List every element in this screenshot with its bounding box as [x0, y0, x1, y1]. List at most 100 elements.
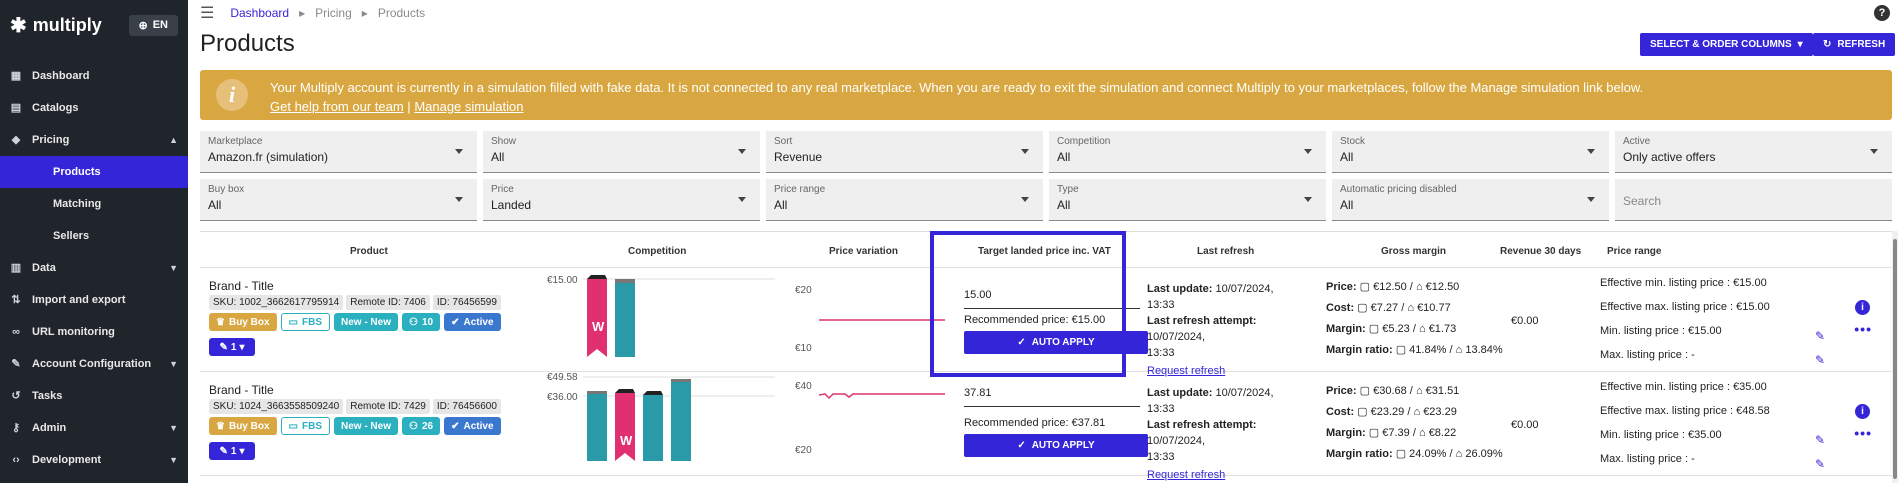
link-count-button[interactable]: ✎ 1 ▾ — [209, 338, 255, 356]
sidebar-item-tasks[interactable]: ↺ Tasks — [0, 380, 188, 412]
breadcrumb-separator-icon: ▸ — [299, 6, 306, 20]
link-icon: ✎ — [219, 445, 228, 457]
price-label: Price: — [1326, 385, 1357, 397]
breadcrumb-pricing[interactable]: Pricing — [315, 6, 352, 20]
scrollbar-thumb[interactable] — [1893, 239, 1897, 479]
header-gross-margin[interactable]: Gross margin — [1381, 246, 1446, 257]
header-last-refresh[interactable]: Last refresh — [1197, 246, 1254, 257]
target-price-input[interactable]: 37.81 — [964, 367, 1140, 407]
truck-icon: ▭ — [288, 420, 298, 432]
sidebar-item-catalogs[interactable]: ▤ Catalogs — [0, 92, 188, 124]
help-link[interactable]: Get help from our team — [270, 99, 404, 114]
sidebar-item-sellers[interactable]: Sellers — [0, 220, 188, 252]
sidebar-item-label: Import and export — [32, 294, 126, 306]
more-icon[interactable]: ••• — [1854, 421, 1872, 445]
filter-label: Marketplace — [208, 136, 263, 147]
sidebar-item-url-monitoring[interactable]: ∞ URL monitoring — [0, 316, 188, 348]
more-icon[interactable]: ••• — [1854, 317, 1872, 341]
group-icon: ⚇ — [409, 420, 418, 432]
header-target-price[interactable]: Target landed price inc. VAT — [978, 246, 1111, 257]
info-icon[interactable]: i — [1855, 404, 1870, 419]
sidebar-item-import-export[interactable]: ⇅ Import and export — [0, 284, 188, 316]
competitors-badge[interactable]: ⚇ 10 — [402, 313, 441, 331]
header-competition[interactable]: Competition — [628, 246, 686, 257]
recommended-price: Recommended price: €15.00 — [964, 314, 1106, 326]
sidebar-item-products[interactable]: Products — [0, 156, 188, 188]
active-badge: ✔ Active — [444, 313, 501, 331]
sidebar-item-account-configuration[interactable]: ✎ Account Configuration ▼ — [0, 348, 188, 380]
header-price-variation[interactable]: Price variation — [829, 246, 898, 257]
table-scrollbar[interactable] — [1892, 231, 1898, 483]
filter-price[interactable]: Price Landed — [483, 179, 760, 221]
auto-apply-button[interactable]: ✓ AUTO APPLY — [964, 331, 1148, 354]
auto-apply-button[interactable]: ✓ AUTO APPLY — [964, 434, 1148, 457]
competitor-bar — [615, 393, 635, 461]
caret-down-icon — [1021, 197, 1029, 202]
filter-automatic-pricing-disabled[interactable]: Automatic pricing disabled All — [1332, 179, 1609, 221]
header-price-range[interactable]: Price range — [1607, 246, 1661, 257]
filter-active[interactable]: Active Only active offers — [1615, 131, 1892, 173]
price-icon: ▢ — [1395, 448, 1407, 460]
select-order-columns-button[interactable]: SELECT & ORDER COLUMNS ▾ — [1640, 33, 1813, 56]
header-product[interactable]: Product — [350, 246, 388, 257]
refresh-button[interactable]: ↻ REFRESH — [1813, 33, 1896, 56]
filter-stock[interactable]: Stock All — [1332, 131, 1609, 173]
home-icon: ⌂ — [1415, 281, 1423, 293]
request-refresh-link[interactable]: Request refresh — [1147, 469, 1225, 481]
chart-icon: ▥ — [10, 262, 22, 274]
app-logo[interactable]: ✱ multiply — [10, 13, 102, 38]
filter-show[interactable]: Show All — [483, 131, 760, 173]
product-title[interactable]: Brand - Title — [209, 279, 274, 293]
sidebar-item-matching[interactable]: Matching — [0, 188, 188, 220]
filter-buy-box[interactable]: Buy box All — [200, 179, 477, 221]
link-count-button[interactable]: ✎ 1 ▾ — [209, 442, 255, 460]
sidebar-item-development[interactable]: ‹› Development ▼ — [0, 444, 188, 476]
price-icon: ▢ — [1357, 302, 1368, 314]
table-header: Product Competition Price variation Targ… — [200, 232, 1892, 268]
language-button[interactable]: ⊕ EN — [128, 14, 178, 36]
manage-simulation-link[interactable]: Manage simulation — [414, 99, 523, 114]
cost-value-2: €10.77 — [1417, 302, 1451, 314]
bar-cap — [587, 275, 607, 279]
product-title[interactable]: Brand - Title — [209, 383, 274, 397]
competitors-badge[interactable]: ⚇ 26 — [402, 417, 441, 435]
caret-down-icon — [1304, 149, 1312, 154]
menu-icon[interactable]: ☰ — [200, 3, 214, 23]
info-icon[interactable]: i — [1855, 300, 1870, 315]
search-placeholder: Search — [1623, 194, 1662, 208]
search-input[interactable]: Search — [1615, 179, 1892, 221]
edit-icon[interactable]: ✎ — [1815, 348, 1825, 372]
filter-type[interactable]: Type All — [1049, 179, 1326, 221]
effective-min-price: Effective min. listing price : €35.00 — [1600, 381, 1767, 393]
sidebar-item-admin[interactable]: ⚷ Admin ▼ — [0, 412, 188, 444]
help-icon[interactable]: ? — [1874, 5, 1890, 21]
winner-w-label: W — [592, 319, 605, 334]
chevron-down-icon: ▼ — [169, 455, 178, 465]
target-price-input[interactable]: 15.00 — [964, 269, 1140, 309]
edit-icon[interactable]: ✎ — [1815, 452, 1825, 476]
button-label: AUTO APPLY — [1031, 337, 1095, 348]
check-icon: ✔ — [451, 420, 460, 432]
filter-marketplace[interactable]: Marketplace Amazon.fr (simulation) — [200, 131, 477, 173]
bar-cap — [615, 389, 635, 393]
refresh-icon: ↻ — [1823, 39, 1832, 50]
filter-competition[interactable]: Competition All — [1049, 131, 1326, 173]
winner-w-label: W — [620, 433, 633, 448]
filter-sort[interactable]: Sort Revenue — [766, 131, 1043, 173]
var-tick-bottom: €20 — [795, 445, 812, 456]
breadcrumb-products: Products — [377, 6, 426, 20]
sidebar-item-dashboard[interactable]: ▦ Dashboard — [0, 60, 188, 92]
banner-text: Your Multiply account is currently in a … — [270, 78, 1643, 116]
id-chip: ID: 76456599 — [432, 295, 501, 310]
sidebar-item-label: URL monitoring — [32, 326, 115, 338]
last-attempt-time: 13:33 — [1147, 451, 1175, 463]
sidebar-item-data[interactable]: ▥ Data ▼ — [0, 252, 188, 284]
header-revenue[interactable]: Revenue 30 days — [1500, 246, 1581, 257]
breadcrumb-dashboard[interactable]: Dashboard — [230, 6, 289, 20]
last-attempt-time: 13:33 — [1147, 347, 1175, 359]
filter-value: All — [1340, 150, 1354, 164]
sidebar-item-label: Products — [53, 166, 101, 178]
filter-price-range[interactable]: Price range All — [766, 179, 1043, 221]
catalog-icon: ▤ — [10, 102, 22, 114]
sidebar-item-pricing[interactable]: ◆ Pricing ▲ — [0, 124, 188, 156]
